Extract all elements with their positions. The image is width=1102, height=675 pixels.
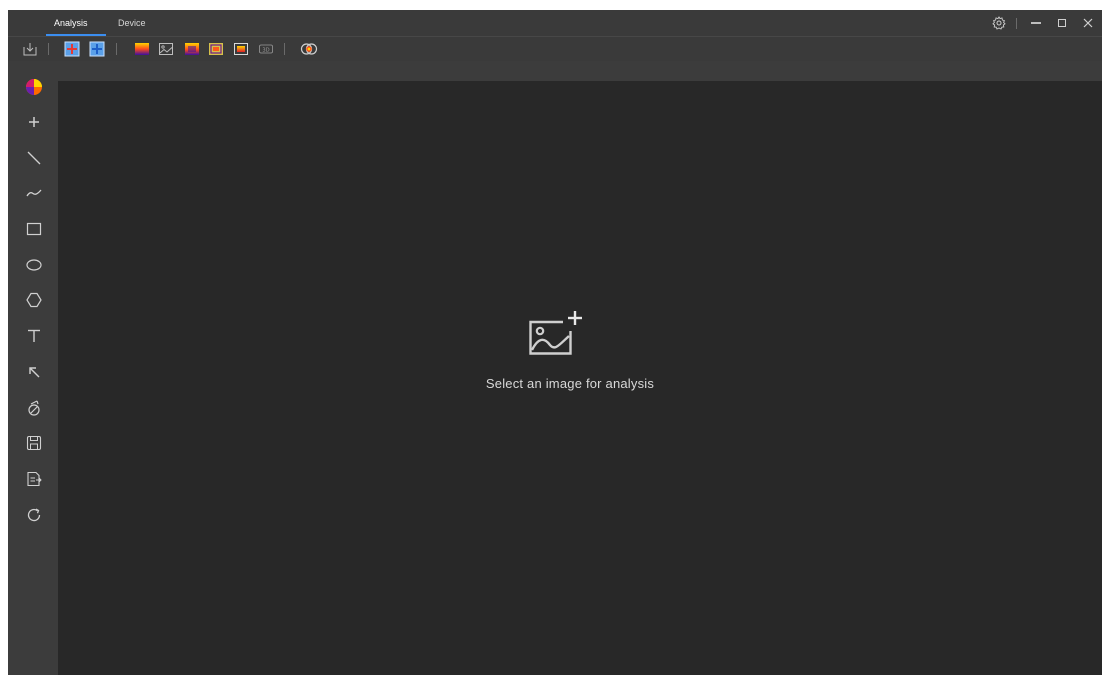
toolbar-separator — [48, 43, 49, 55]
add-image-icon[interactable] — [528, 309, 584, 359]
analysis-canvas[interactable]: Select an image for analysis — [58, 81, 1102, 675]
minimize-icon[interactable] — [1026, 10, 1046, 36]
ellipse-tool-icon[interactable] — [25, 256, 43, 274]
refresh-icon[interactable] — [25, 506, 43, 524]
tab-device[interactable]: Device — [118, 10, 146, 36]
active-tab-indicator — [46, 34, 106, 36]
add-point-blue-icon[interactable] — [89, 41, 105, 57]
clear-tool-icon[interactable] — [25, 399, 43, 417]
toolbar-separator — [284, 43, 285, 55]
point-tool-icon[interactable] — [25, 113, 43, 131]
toolbar: 3D — [8, 37, 1102, 61]
close-icon[interactable] — [1078, 10, 1098, 36]
text-tool-icon[interactable] — [25, 327, 43, 345]
save-icon[interactable] — [25, 434, 43, 452]
polyline-tool-icon[interactable] — [25, 184, 43, 202]
fusion-icon[interactable] — [300, 41, 318, 57]
canvas-header-strip — [58, 61, 1102, 81]
maximize-icon[interactable] — [1052, 10, 1072, 36]
app-window: Analysis Device 3D Select an image for a… — [8, 10, 1102, 675]
line-tool-icon[interactable] — [25, 149, 43, 167]
empty-state-message: Select an image for analysis — [485, 376, 655, 391]
3d-icon[interactable]: 3D — [258, 41, 274, 57]
palette-frame-icon[interactable] — [184, 41, 200, 57]
palette-box-icon[interactable] — [233, 41, 249, 57]
color-wheel-icon[interactable] — [25, 78, 43, 96]
polygon-tool-icon[interactable] — [25, 291, 43, 309]
toolbar-separator — [116, 43, 117, 55]
import-icon[interactable] — [22, 41, 38, 57]
3d-badge-label: 3D — [262, 47, 269, 53]
palette-gradient-icon[interactable] — [134, 41, 150, 57]
gear-icon[interactable] — [988, 10, 1010, 36]
tool-sidebar — [8, 61, 58, 675]
title-bar: Analysis Device — [8, 10, 1102, 37]
title-separator — [1016, 18, 1017, 29]
rectangle-tool-icon[interactable] — [25, 220, 43, 238]
arrow-tool-icon[interactable] — [25, 363, 43, 381]
palette-region-icon[interactable] — [208, 41, 224, 57]
export-report-icon[interactable] — [25, 470, 43, 488]
add-point-red-icon[interactable] — [64, 41, 80, 57]
image-icon[interactable] — [158, 41, 174, 57]
tab-analysis[interactable]: Analysis — [54, 10, 88, 36]
